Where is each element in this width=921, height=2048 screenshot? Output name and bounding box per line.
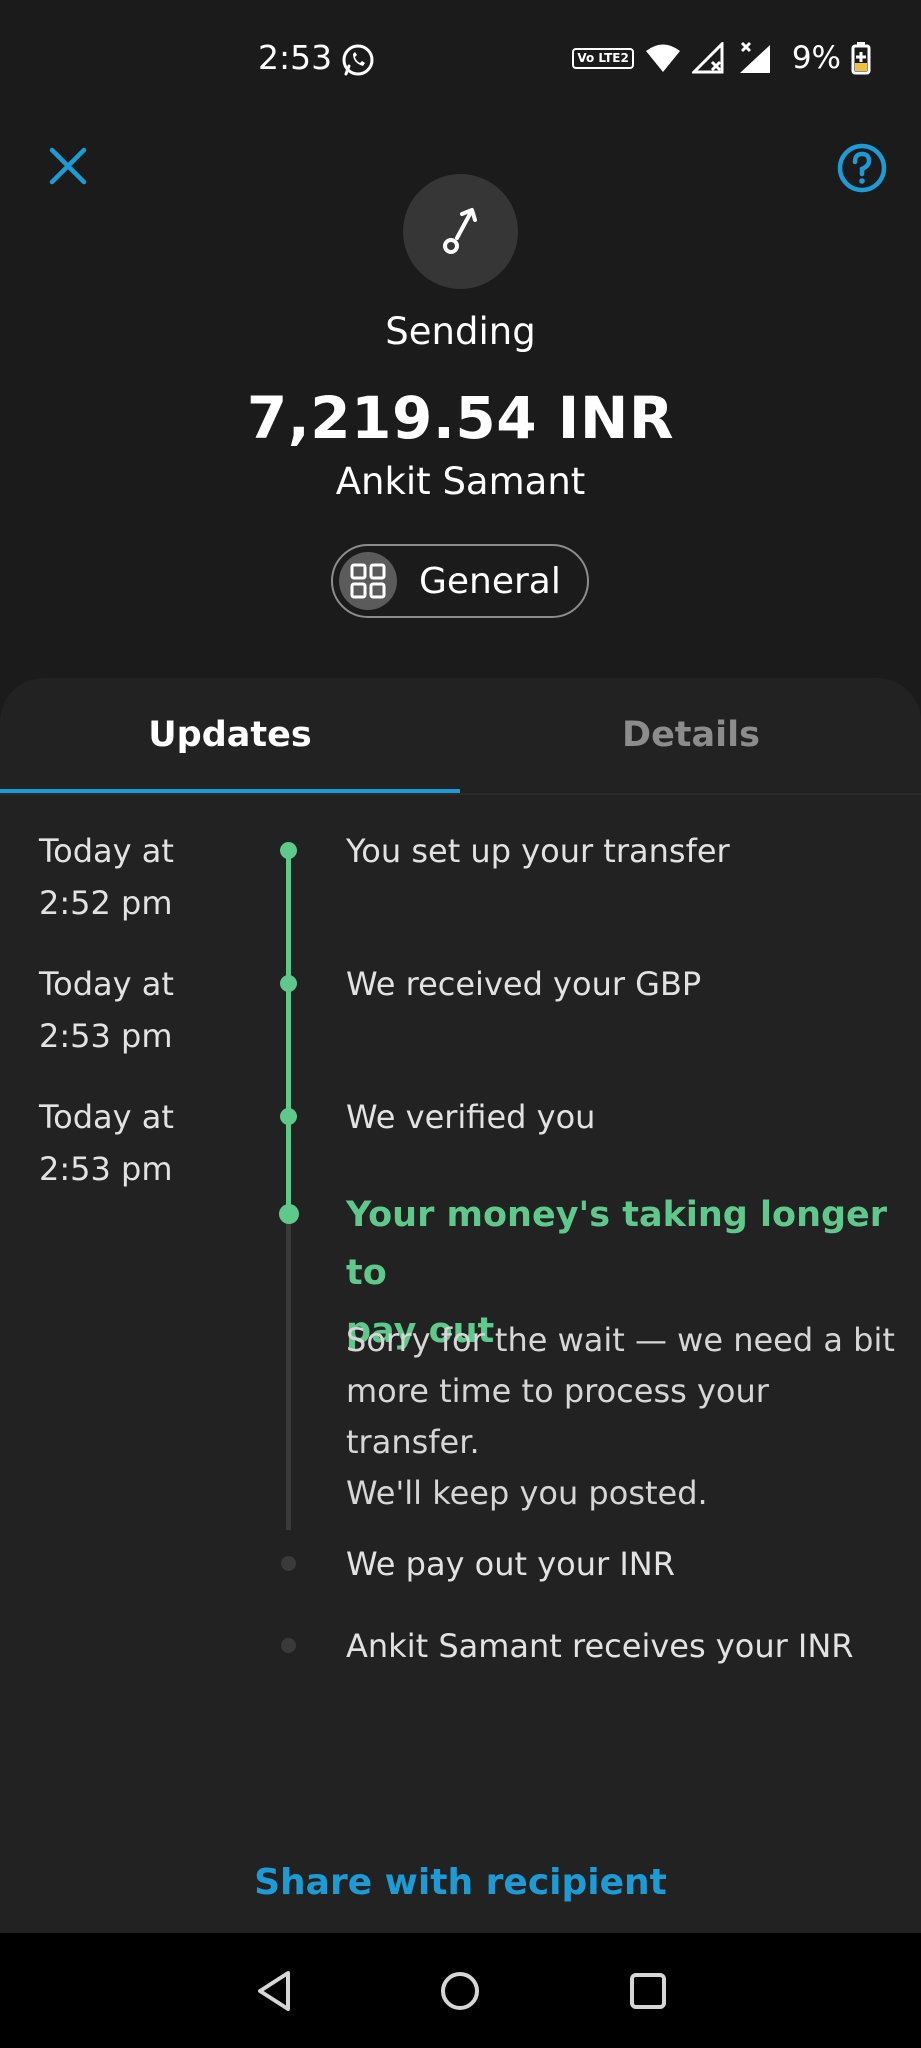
timeline-current-description: Sorry for the wait — we need a bit more …: [346, 1315, 906, 1519]
timeline-line-pending: [286, 1213, 291, 1530]
time-value: 2:52 pm: [39, 884, 173, 922]
timeline-time: Today at 2:52 pm: [39, 825, 239, 929]
tab-details[interactable]: Details: [461, 678, 921, 792]
recipient-name: Ankit Samant: [335, 460, 586, 503]
timeline-step-text: You set up your transfer: [346, 832, 730, 870]
timeline-time: Today at 2:53 pm: [39, 1091, 239, 1195]
description-line: Sorry for the wait — we need a bit: [346, 1321, 895, 1359]
navigation-bar: [0, 1933, 921, 2048]
timeline-step-text: We verified you: [346, 1098, 596, 1136]
time-label: Today at: [39, 832, 174, 870]
share-with-recipient-link[interactable]: Share with recipient: [0, 1862, 921, 1903]
recents-icon[interactable]: [618, 1961, 678, 2021]
transfer-type-icon: [403, 174, 518, 289]
status-bar: 2:53 Vo LTE2 9%: [0, 0, 921, 120]
battery-icon: [851, 42, 871, 75]
timeline-dot-pending: [281, 1556, 296, 1571]
timeline-time: Today at 2:53 pm: [39, 958, 239, 1062]
timeline-step-text: Ankit Samant receives your INR: [346, 1627, 854, 1665]
wifi-icon: [645, 44, 680, 72]
time-value: 2:53 pm: [39, 1150, 173, 1188]
timeline-line-complete: [286, 848, 291, 1213]
battery-text: 9%: [791, 40, 841, 76]
timeline-dot-current: [279, 1204, 299, 1224]
category-label: General: [419, 560, 561, 602]
timeline-dot-pending: [281, 1638, 296, 1653]
time-label: Today at: [39, 1098, 174, 1136]
timeline-step-text: We pay out your INR: [346, 1545, 675, 1583]
close-icon[interactable]: [44, 142, 92, 190]
description-line: We'll keep you posted.: [346, 1474, 708, 1512]
heading-line: Your money's taking longer to: [346, 1195, 888, 1293]
description-line: more time to process your transfer.: [346, 1372, 769, 1461]
category-pill[interactable]: General: [331, 544, 589, 618]
send-arrow-icon: [442, 207, 477, 254]
home-icon[interactable]: [430, 1961, 490, 2021]
signal-no-sim-icon: [691, 42, 724, 74]
timeline-dot-done: [280, 842, 297, 859]
time-label: Today at: [39, 965, 174, 1003]
details-sheet: Updates Details Today at 2:52 pm You set…: [0, 678, 921, 1933]
timeline-step-text: We received your GBP: [346, 965, 702, 1003]
timeline-dot-done: [280, 975, 297, 992]
help-icon[interactable]: [836, 142, 888, 194]
status-time: 2:53: [258, 38, 333, 77]
timeline-dot-done: [280, 1108, 297, 1125]
status-right: Vo LTE2 9%: [572, 40, 871, 76]
volte-badge: Vo LTE2: [572, 47, 634, 69]
transfer-amount: 7,219.54 INR: [246, 384, 675, 452]
time-value: 2:53 pm: [39, 1017, 173, 1055]
category-grid-icon: [339, 552, 397, 610]
back-icon[interactable]: [244, 1961, 304, 2021]
whatsapp-icon: [342, 44, 374, 76]
timeline: Today at 2:52 pm You set up your transfe…: [0, 795, 921, 1835]
tab-updates[interactable]: Updates: [0, 678, 460, 792]
transfer-status: Sending: [385, 310, 536, 353]
signal-icon: [739, 41, 770, 73]
